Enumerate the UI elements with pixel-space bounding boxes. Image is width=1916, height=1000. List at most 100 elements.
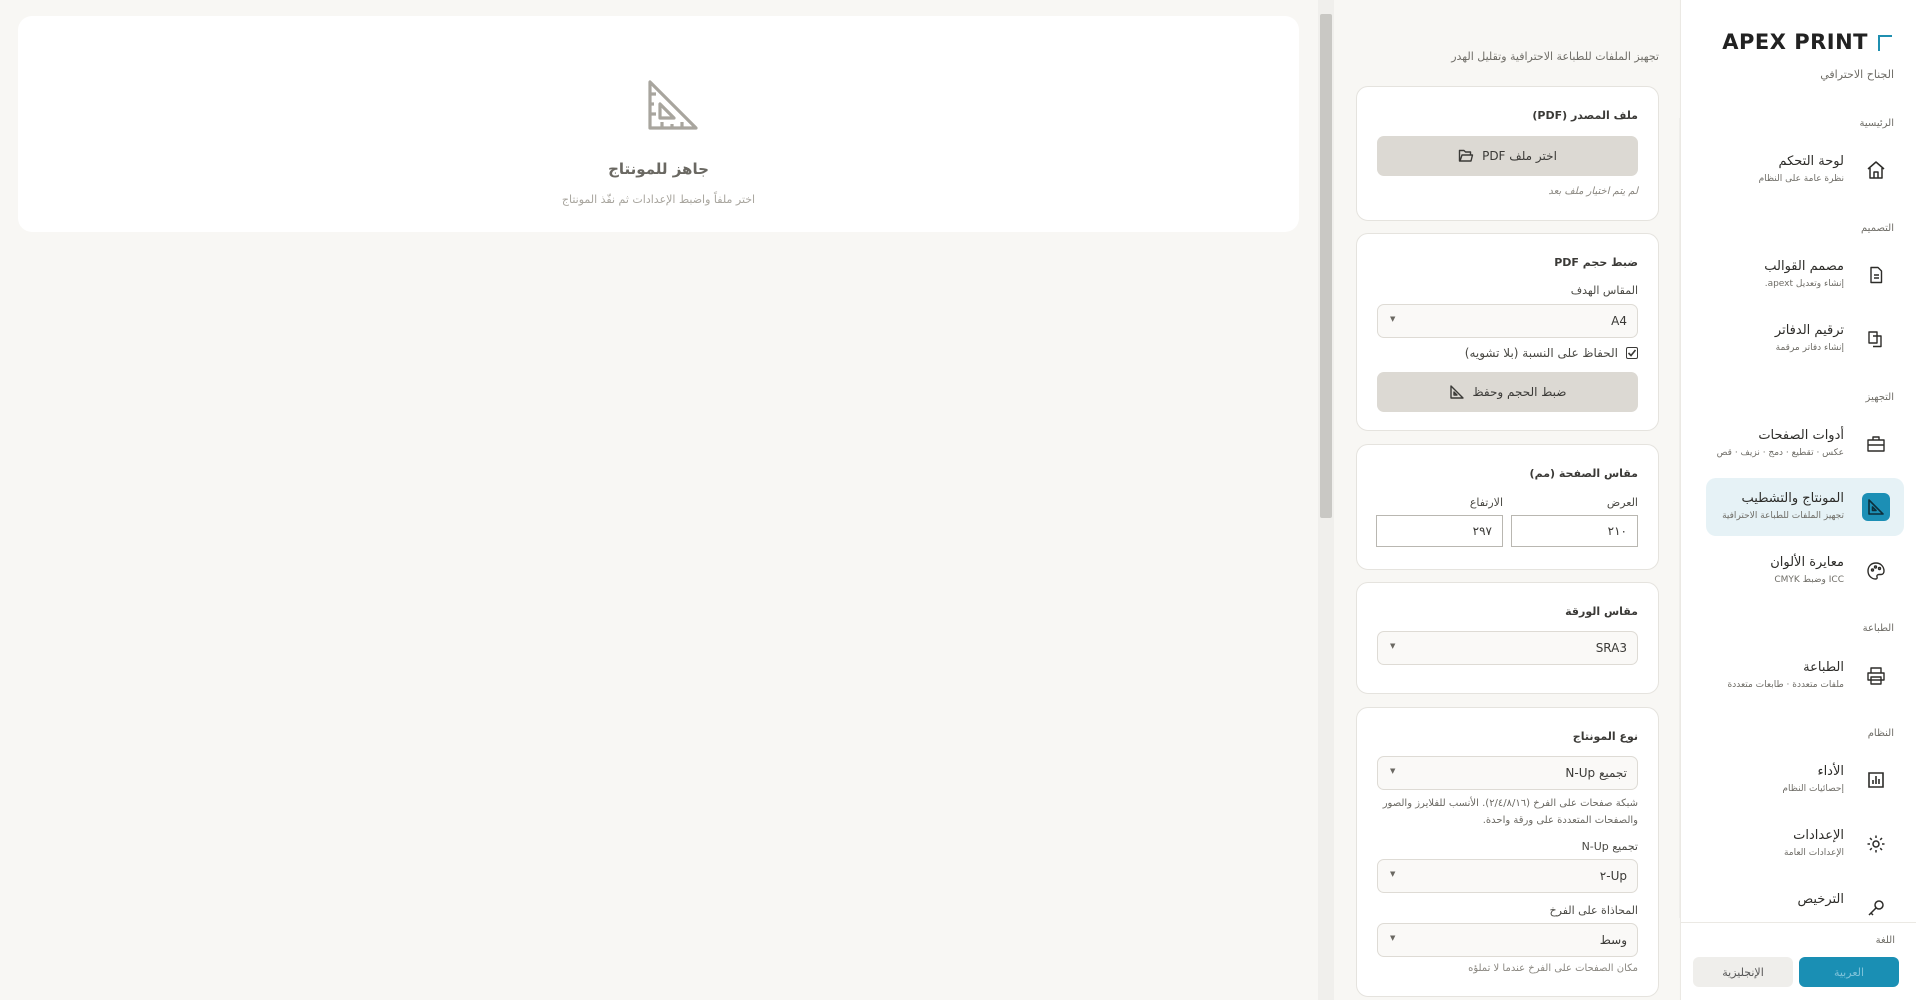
language-arabic-button[interactable]: العربية <box>1799 957 1899 987</box>
sidebar-item-settings[interactable]: الإعدادات الإعدادات العامة <box>1706 815 1904 873</box>
brand-name: APEX PRINT <box>1722 30 1868 54</box>
align-select[interactable]: وسط ▼ <box>1377 923 1638 957</box>
sidebar: APEX PRINT الجناح الاحترافي الرئيسية لوح… <box>1680 0 1916 1000</box>
height-value: ٢٩٧ <box>1472 524 1492 538</box>
set-square-icon <box>644 76 702 134</box>
height-label: الارتفاع <box>1469 496 1503 509</box>
sidebar-item-title: الترخيص <box>1797 892 1844 907</box>
imposition-title: نوع المونتاج <box>1572 730 1638 743</box>
sidebar-item-color-calibration[interactable]: معايرة الألوان ICC وضبط CMYK <box>1706 542 1904 600</box>
sidebar-item-subtitle: نظرة عامة على النظام <box>1758 174 1844 184</box>
language-switcher: اللغة العربية الإنجليزية <box>1681 922 1916 1000</box>
choose-pdf-label: اختر ملف PDF <box>1482 149 1557 163</box>
sidebar-item-title: مصمم القوالب <box>1764 259 1844 274</box>
source-file-card: ملف المصدر (PDF) اختر ملف PDF لم يتم اخت… <box>1356 86 1659 221</box>
language-english-button[interactable]: الإنجليزية <box>1693 957 1793 987</box>
imposition-help: شبكة صفحات على الفرخ (٢/٤/٨/١٦). الأنسب … <box>1382 798 1638 826</box>
section-print: الطباعة <box>1862 623 1894 634</box>
preview-subtitle: اختر ملفاً واضبط الإعدادات ثم نفّذ المون… <box>561 193 756 206</box>
palette-icon <box>1862 557 1890 585</box>
width-label: العرض <box>1606 496 1638 509</box>
page-size-card: مقاس الصفحة (مم) العرض الارتفاع ٢١٠ ٢٩٧ <box>1356 444 1659 570</box>
sidebar-item-title: الأداء <box>1817 764 1844 779</box>
set-square-icon <box>1862 493 1890 521</box>
source-file-title: ملف المصدر (PDF) <box>1532 109 1638 122</box>
sidebar-item-printing[interactable]: الطباعة ملفات متعددة · طابعات متعددة <box>1706 647 1904 705</box>
imposition-card: نوع المونتاج تجميع N-Up ▼ شبكة صفحات على… <box>1356 707 1659 997</box>
nup-select[interactable]: Up-٢ ▼ <box>1377 859 1638 893</box>
section-design: التصميم <box>1861 223 1894 234</box>
choose-pdf-button[interactable]: اختر ملف PDF <box>1377 136 1638 176</box>
chevron-down-icon: ▼ <box>1390 315 1396 323</box>
chevron-down-icon: ▼ <box>1390 767 1396 775</box>
paper-size-value: SRA3 <box>1595 641 1627 655</box>
section-main: الرئيسية <box>1859 118 1894 129</box>
brand-mark-icon <box>1878 35 1892 51</box>
preview-title: جاهز للمونتاج <box>608 160 709 178</box>
chevron-down-icon: ▼ <box>1390 642 1396 650</box>
sidebar-item-imposition[interactable]: المونتاج والتشطيب تجهيز الملفات للطباعة … <box>1706 478 1904 536</box>
sidebar-item-subtitle: إحصائيات النظام <box>1782 784 1844 794</box>
imposition-type-value: تجميع N-Up <box>1565 766 1627 780</box>
toolbox-icon <box>1862 430 1890 458</box>
target-size-value: A4 <box>1611 314 1627 328</box>
language-label: اللغة <box>1875 935 1895 946</box>
nup-value: Up-٢ <box>1599 869 1627 883</box>
sidebar-item-subtitle: إنشاء وتعديل apext. <box>1764 279 1844 289</box>
preview-area: جاهز للمونتاج اختر ملفاً واضبط الإعدادات… <box>0 0 1318 1000</box>
sidebar-item-page-tools[interactable]: أدوات الصفحات عكس · تقطيع · دمج · نزيف ·… <box>1706 415 1904 473</box>
brand-subtitle: الجناح الاحترافي <box>1820 68 1894 81</box>
panel-description: تجهيز الملفات للطباعة الاحترافية وتقليل … <box>1451 50 1659 63</box>
paper-size-card: مقاس الورقة SRA3 ▼ <box>1356 582 1659 694</box>
copy-icon <box>1862 325 1890 353</box>
sidebar-item-title: الطباعة <box>1803 660 1844 675</box>
preview-scrollbar[interactable] <box>1318 0 1334 1000</box>
align-value: وسط <box>1599 933 1627 947</box>
check-icon <box>1627 349 1637 357</box>
sidebar-item-title: لوحة التحكم <box>1778 154 1844 169</box>
sidebar-item-title: ترقيم الدفاتر <box>1774 323 1844 338</box>
sidebar-item-performance[interactable]: الأداء إحصائيات النظام <box>1706 751 1904 809</box>
align-note: مكان الصفحات على الفرخ عندما لا تملؤه <box>1468 963 1638 974</box>
section-system: النظام <box>1867 728 1894 739</box>
sidebar-item-title: المونتاج والتشطيب <box>1741 491 1844 506</box>
sidebar-item-dashboard[interactable]: لوحة التحكم نظرة عامة على النظام <box>1706 141 1904 199</box>
paper-size-select[interactable]: SRA3 ▼ <box>1377 631 1638 665</box>
sidebar-item-subtitle: عكس · تقطيع · دمج · نزيف · قص <box>1716 448 1844 458</box>
sidebar-item-book-numbering[interactable]: ترقيم الدفاتر إنشاء دفاتر مرقمة <box>1706 310 1904 368</box>
paper-size-title: مقاس الورقة <box>1565 605 1638 618</box>
sidebar-item-subtitle: الإعدادات العامة <box>1783 848 1844 858</box>
resize-save-button[interactable]: ضبط الحجم وحفظ <box>1377 372 1638 412</box>
height-input[interactable]: ٢٩٧ <box>1376 515 1503 547</box>
imposition-type-select[interactable]: تجميع N-Up ▼ <box>1377 756 1638 790</box>
key-icon <box>1862 894 1890 922</box>
folder-icon <box>1458 148 1474 164</box>
width-input[interactable]: ٢١٠ <box>1511 515 1638 547</box>
sidebar-item-template-designer[interactable]: مصمم القوالب إنشاء وتعديل apext. <box>1706 246 1904 304</box>
section-prep: التجهيز <box>1865 392 1894 403</box>
chevron-down-icon: ▼ <box>1390 934 1396 942</box>
sidebar-item-title: أدوات الصفحات <box>1758 428 1844 443</box>
sidebar-item-subtitle: تجهيز الملفات للطباعة الاحترافية <box>1722 511 1844 521</box>
chevron-down-icon: ▼ <box>1390 870 1396 878</box>
sidebar-item-title: معايرة الألوان <box>1770 555 1844 570</box>
preview-placeholder-card: جاهز للمونتاج اختر ملفاً واضبط الإعدادات… <box>18 16 1299 232</box>
target-size-label: المقاس الهدف <box>1570 284 1638 297</box>
no-file-note: لم يتم اختيار ملف بعد <box>1548 186 1638 197</box>
preview-scrollbar-thumb[interactable] <box>1320 14 1332 518</box>
printer-icon <box>1862 662 1890 690</box>
sidebar-item-title: الإعدادات <box>1793 828 1844 843</box>
sidebar-item-subtitle: إنشاء دفاتر مرقمة <box>1775 343 1844 353</box>
nup-label: تجميع N-Up <box>1581 840 1638 853</box>
gear-icon <box>1862 830 1890 858</box>
keep-ratio-checkbox[interactable] <box>1626 347 1638 359</box>
page-size-title: مقاس الصفحة (مم) <box>1529 467 1638 480</box>
target-size-select[interactable]: A4 ▼ <box>1377 304 1638 338</box>
resize-pdf-card: ضبط حجم PDF المقاس الهدف A4 ▼ الحفاظ على… <box>1356 233 1659 431</box>
settings-panel: تجهيز الملفات للطباعة الاحترافية وتقليل … <box>1334 0 1679 1000</box>
sidebar-item-subtitle: ملفات متعددة · طابعات متعددة <box>1727 680 1845 690</box>
keep-ratio-label: الحفاظ على النسبة (بلا تشويه) <box>1464 346 1618 360</box>
align-label: المحاذاة على الفرخ <box>1549 904 1638 917</box>
width-value: ٢١٠ <box>1607 524 1627 538</box>
home-icon <box>1862 156 1890 184</box>
